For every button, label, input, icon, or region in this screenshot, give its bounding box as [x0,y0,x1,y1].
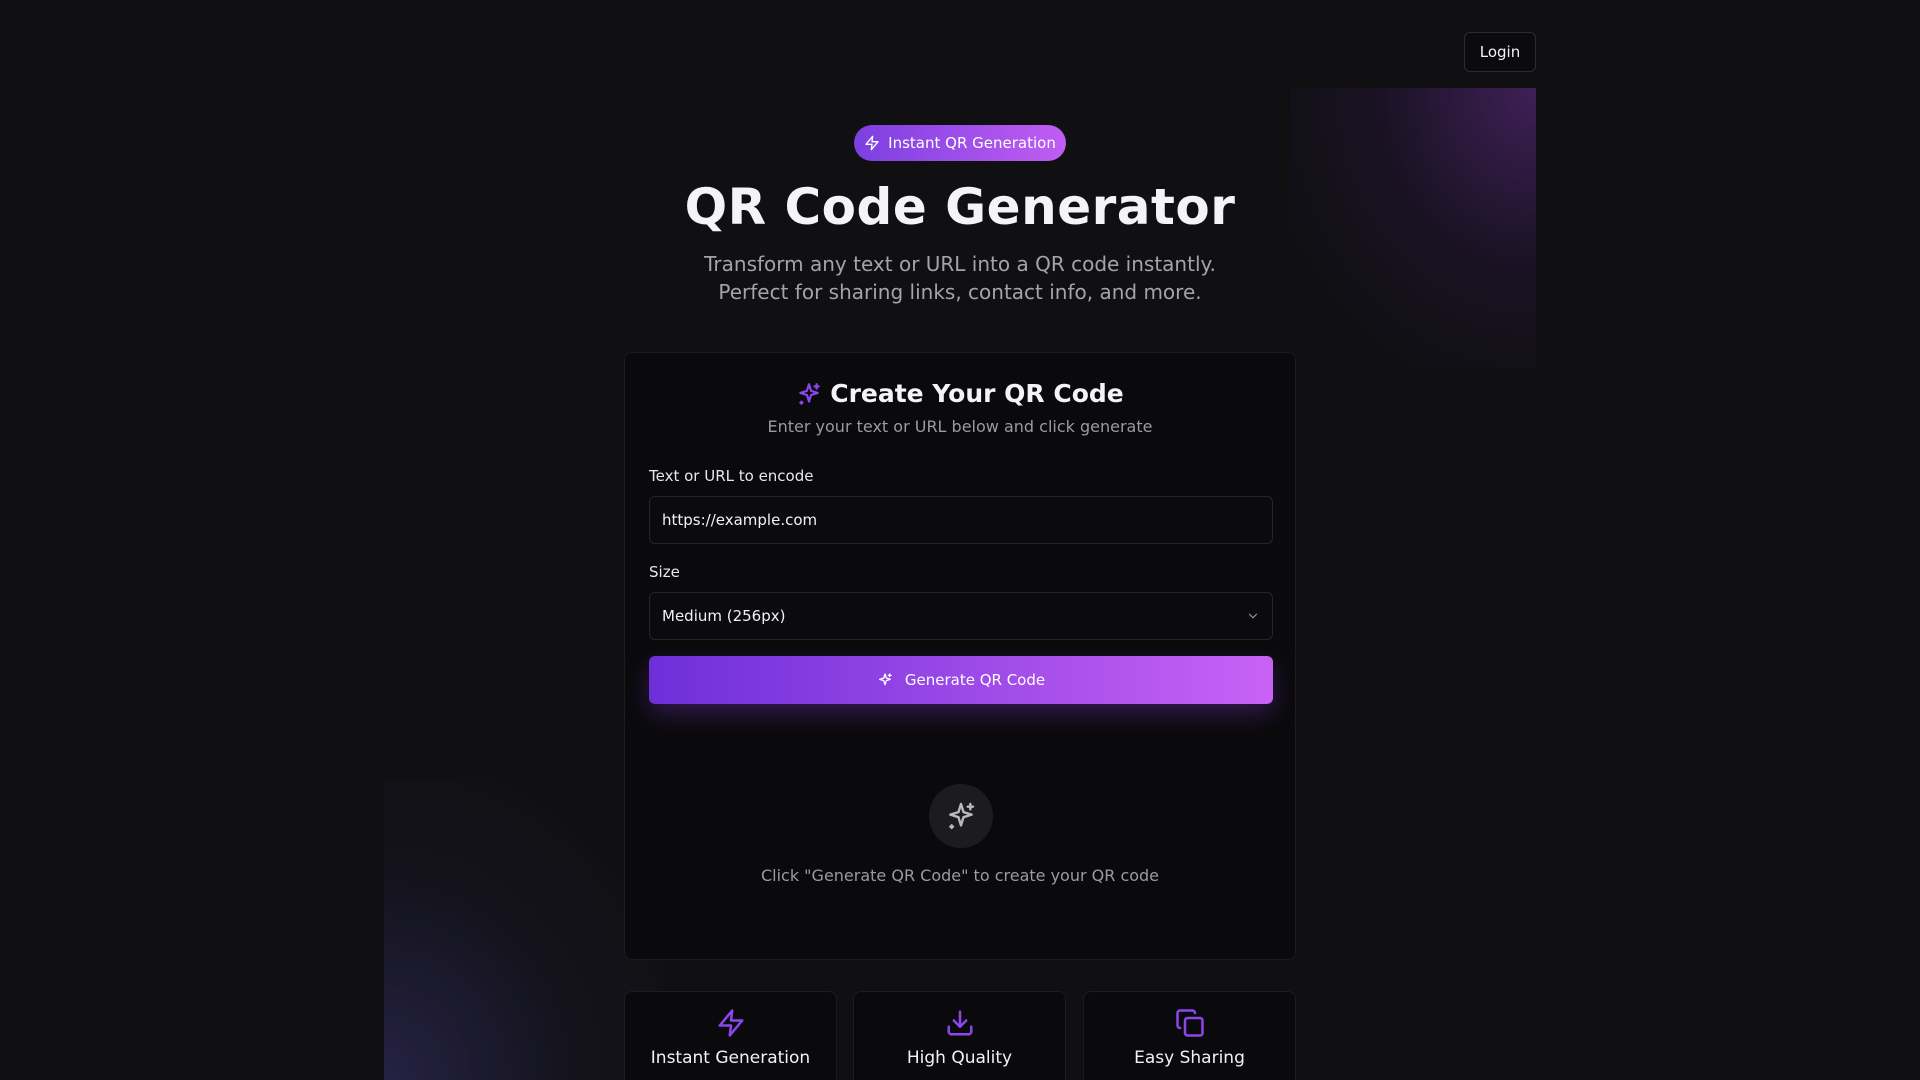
copy-icon [1175,1008,1205,1038]
size-select-label: Size [649,563,680,581]
page-title: QR Code Generator [684,178,1236,236]
feature-card-high-quality: High Quality [853,991,1066,1080]
download-icon [945,1008,975,1038]
instant-generation-badge: Instant QR Generation [854,125,1066,161]
chevron-down-icon [1246,609,1260,623]
text-url-input[interactable] [649,496,1273,544]
page: Login Instant QR Generation QR Code Gene… [0,0,1920,1080]
page-subtitle-line-1: Transform any text or URL into a QR code… [704,252,1216,276]
card-subtitle: Enter your text or URL below and click g… [767,417,1153,436]
feature-card-easy-sharing: Easy Sharing [1083,991,1296,1080]
empty-state-icon-circle [929,784,993,848]
lightning-icon [864,135,880,151]
page-subtitle: Transform any text or URL into a QR code… [0,250,1920,306]
card-title: Create Your QR Code [625,379,1295,408]
badge-label: Instant QR Generation [888,134,1056,152]
empty-state-text: Click "Generate QR Code" to create your … [760,866,1160,885]
feature-title: High Quality [906,1048,1013,1068]
login-button[interactable]: Login [1464,32,1536,72]
size-select-value: Medium (256px) [662,607,786,625]
feature-title: Instant Generation [650,1048,811,1068]
size-select[interactable]: Medium (256px) [649,592,1273,640]
text-input-label: Text or URL to encode [649,467,814,485]
lightning-icon [716,1008,746,1038]
generate-qr-button[interactable]: Generate QR Code [649,656,1273,704]
sparkles-icon [945,800,977,832]
sparkles-icon [877,672,893,688]
background-glow-bottom-left [384,780,664,1080]
card-title-text: Create Your QR Code [830,379,1124,408]
generate-button-label: Generate QR Code [904,671,1046,689]
feature-title: Easy Sharing [1134,1048,1245,1068]
sparkles-icon [796,381,822,407]
qr-form-card: Create Your QR Code Enter your text or U… [624,352,1296,960]
page-subtitle-line-2: Perfect for sharing links, contact info,… [718,280,1202,304]
feature-card-instant-generation: Instant Generation [624,991,837,1080]
